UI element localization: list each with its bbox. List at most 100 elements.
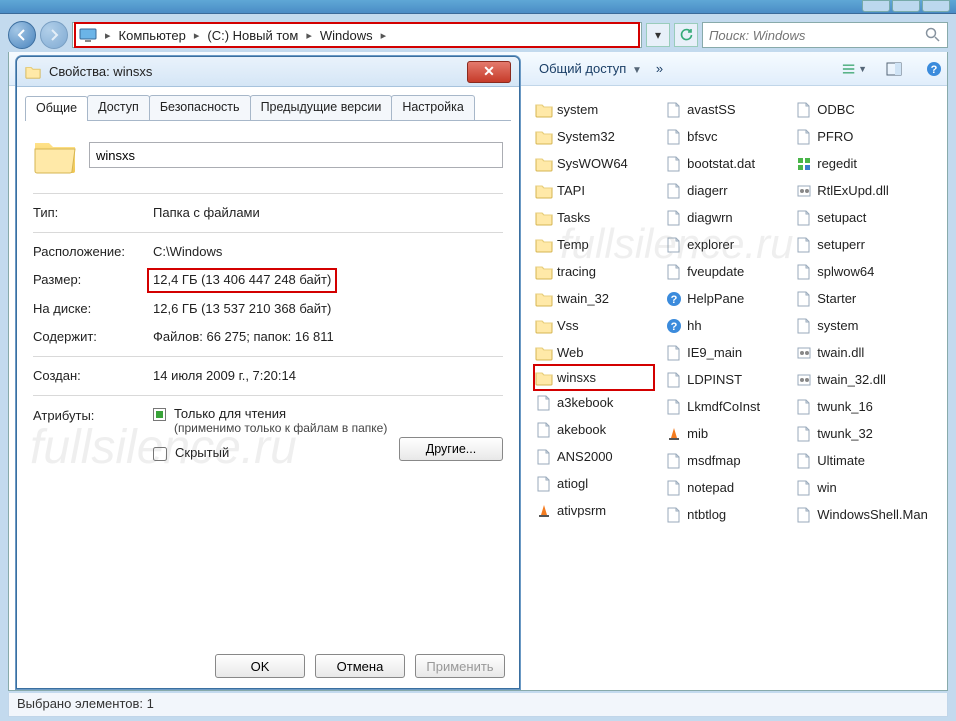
dialog-title: Свойства: winsxs (49, 64, 459, 79)
file-item[interactable]: setuperr (793, 231, 941, 258)
nav-forward-button[interactable] (40, 21, 68, 49)
chevron-right-icon[interactable]: ▸ (375, 29, 393, 42)
max-button[interactable] (892, 0, 920, 12)
search-input[interactable] (709, 28, 925, 43)
folder-item[interactable]: SysWOW64 (533, 150, 655, 177)
app-icon (795, 399, 813, 415)
tab-previous-versions[interactable]: Предыдущие версии (250, 95, 393, 120)
explorer-icon (665, 237, 683, 253)
other-attributes-button[interactable]: Другие... (399, 437, 503, 461)
file-item[interactable]: hh (663, 312, 785, 339)
view-options-button[interactable]: ▼ (841, 58, 867, 80)
chevron-right-icon[interactable]: ▸ (99, 29, 117, 42)
ok-button[interactable]: OK (215, 654, 305, 678)
apply-button[interactable]: Применить (415, 654, 505, 678)
tab-customize[interactable]: Настройка (391, 95, 475, 120)
folder-item[interactable]: Temp (533, 231, 655, 258)
file-item[interactable]: bfsvc (663, 123, 785, 150)
file-item[interactable]: system (793, 312, 941, 339)
app-icon (665, 129, 683, 145)
item-label: twain.dll (817, 345, 864, 360)
file-item[interactable]: splwow64 (793, 258, 941, 285)
close-window-button[interactable] (922, 0, 950, 12)
file-item[interactable]: mib (663, 420, 785, 447)
preview-pane-button[interactable] (881, 58, 907, 80)
address-bar[interactable]: ▸ Компьютер ▸ (C:) Новый том ▸ Windows ▸ (72, 22, 642, 48)
folder-item[interactable]: TAPI (533, 177, 655, 204)
file-item[interactable]: twain_32.dll (793, 366, 941, 393)
hidden-checkbox[interactable] (153, 447, 167, 461)
tab-general[interactable]: Общие (25, 96, 88, 121)
file-item[interactable]: atiogl (533, 470, 655, 497)
file-item[interactable]: setupact (793, 204, 941, 231)
item-label: Ultimate (817, 453, 865, 468)
file-item[interactable]: HelpPane (663, 285, 785, 312)
file-item[interactable]: ativpsrm (533, 497, 655, 524)
tab-access[interactable]: Доступ (87, 95, 150, 120)
help-icon (665, 291, 683, 307)
file-item[interactable]: ntbtlog (663, 501, 785, 528)
folder-item[interactable]: Vss (533, 312, 655, 339)
chevron-right-icon[interactable]: ▸ (300, 29, 318, 42)
tab-security[interactable]: Безопасность (149, 95, 251, 120)
folder-item[interactable]: winsxs (533, 364, 655, 391)
file-item[interactable]: twain.dll (793, 339, 941, 366)
folder-item[interactable]: System32 (533, 123, 655, 150)
file-item[interactable]: LkmdfCoInst (663, 393, 785, 420)
folder-item[interactable]: Tasks (533, 204, 655, 231)
cancel-button[interactable]: Отмена (315, 654, 405, 678)
dialog-buttons: OK Отмена Применить (215, 654, 505, 678)
file-item[interactable]: IE9_main (663, 339, 785, 366)
file-item[interactable]: diagwrn (663, 204, 785, 231)
file-item[interactable]: WindowsShell.Man (793, 501, 941, 528)
folder-icon (535, 129, 553, 145)
file-item[interactable]: regedit (793, 150, 941, 177)
refresh-button[interactable] (674, 23, 698, 47)
file-icon (535, 395, 553, 411)
file-item[interactable]: notepad (663, 474, 785, 501)
file-item[interactable]: ANS2000 (533, 443, 655, 470)
size-value: 12,4 ГБ (13 406 447 248 байт) (147, 268, 337, 292)
share-menu[interactable]: Общий доступ ▼ (539, 61, 642, 76)
file-item[interactable]: twunk_16 (793, 393, 941, 420)
properties-dialog: Свойства: winsxs ✕ Общие Доступ Безопасн… (16, 56, 520, 689)
file-item[interactable]: fveupdate (663, 258, 785, 285)
address-dropdown-button[interactable]: ▾ (646, 23, 670, 47)
file-item[interactable]: akebook (533, 416, 655, 443)
nav-back-button[interactable] (8, 21, 36, 49)
file-item[interactable]: a3kebook (533, 389, 655, 416)
more-menu[interactable]: » (656, 61, 663, 76)
file-item[interactable]: Starter (793, 285, 941, 312)
folder-item[interactable]: tracing (533, 258, 655, 285)
file-item[interactable]: win (793, 474, 941, 501)
dialog-titlebar[interactable]: Свойства: winsxs ✕ (17, 57, 519, 87)
file-item[interactable]: LDPINST (663, 366, 785, 393)
item-label: bfsvc (687, 129, 717, 144)
location-label: Расположение: (33, 243, 153, 261)
file-item[interactable]: msdfmap (663, 447, 785, 474)
folder-item[interactable]: system (533, 96, 655, 123)
chevron-right-icon[interactable]: ▸ (188, 29, 206, 42)
file-item[interactable]: diagerr (663, 177, 785, 204)
item-label: SysWOW64 (557, 156, 628, 171)
min-button[interactable] (862, 0, 890, 12)
folder-item[interactable]: twain_32 (533, 285, 655, 312)
dialog-close-button[interactable]: ✕ (467, 61, 511, 83)
file-item[interactable]: bootstat.dat (663, 150, 785, 177)
file-icon (665, 345, 683, 361)
file-item[interactable]: ODBC (793, 96, 941, 123)
breadcrumb-computer[interactable]: Компьютер (117, 28, 188, 43)
file-item[interactable]: avastSS (663, 96, 785, 123)
file-item[interactable]: Ultimate (793, 447, 941, 474)
folder-name-input[interactable] (89, 142, 503, 168)
file-item[interactable]: twunk_32 (793, 420, 941, 447)
breadcrumb-drive[interactable]: (C:) Новый том (205, 28, 300, 43)
help-button[interactable] (921, 58, 947, 80)
search-box[interactable] (702, 22, 948, 48)
breadcrumb-folder[interactable]: Windows (318, 28, 375, 43)
file-item[interactable]: explorer (663, 231, 785, 258)
file-item[interactable]: PFRO (793, 123, 941, 150)
file-item[interactable]: RtlExUpd.dll (793, 177, 941, 204)
folder-item[interactable]: Web (533, 339, 655, 366)
readonly-checkbox[interactable] (153, 408, 166, 421)
